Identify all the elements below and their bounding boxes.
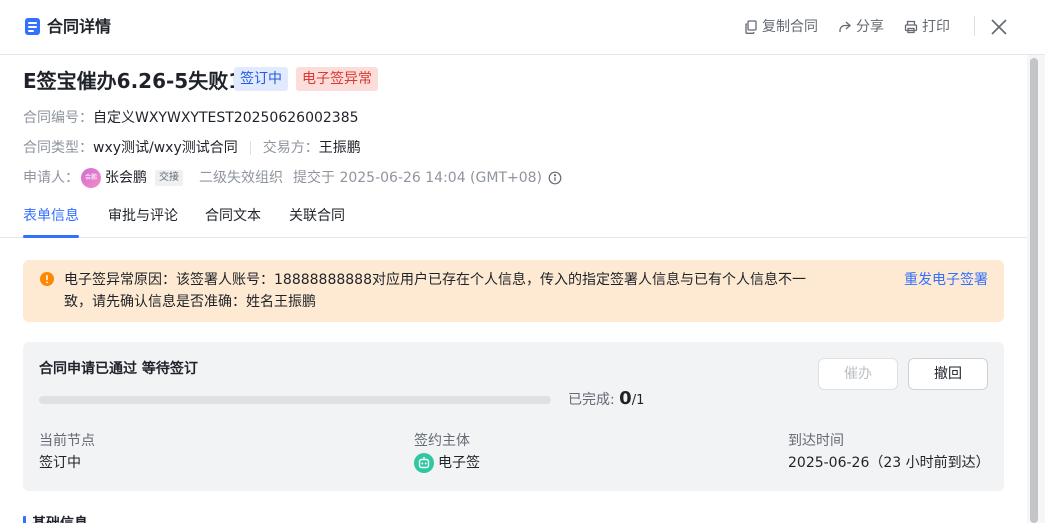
counterparty-label: 交易方：	[262, 140, 319, 156]
avatar[interactable]: 会鹏	[81, 168, 101, 188]
signing-subject-label: 签约主体	[414, 433, 470, 449]
status-title: 合同申请已通过 等待签订	[39, 361, 198, 377]
share-icon	[839, 21, 851, 32]
tab-bar: 表单信息 审批与评论 合同文本 关联合同	[0, 200, 1027, 238]
status-card: 合同申请已通过 等待签订 催办 撤回 已完成: 0/1 当前节点 签订中 签约主…	[23, 342, 1004, 491]
print-button[interactable]: 打印	[904, 17, 950, 37]
print-label: 打印	[922, 19, 950, 35]
arrival-time: 2025-06-26（23 小时前到达）	[788, 455, 990, 471]
tab-contract-text[interactable]: 合同文本	[205, 206, 261, 226]
resend-esign-link[interactable]: 重发电子签署	[904, 269, 988, 291]
progress-readout: 已完成: 0/1	[568, 387, 644, 413]
signing-subject: 电子签	[414, 453, 480, 473]
status-badge: 签订中	[234, 67, 288, 91]
progress-bar	[39, 396, 551, 404]
submitted-time: 提交于 2025-06-26 14:04 (GMT+08)	[293, 170, 543, 186]
alert-message: 电子签异常原因：该签署人账号：18888888888对应用户已存在个人信息，传入…	[64, 272, 806, 310]
applicant-name[interactable]: 张会鹏	[105, 168, 147, 188]
tab-related-contracts[interactable]: 关联合同	[289, 206, 345, 226]
contract-type: wxy测试/wxy测试合同	[93, 140, 238, 156]
applicant-label: 申请人：	[23, 170, 79, 186]
contract-number-row: 合同编号： 自定义WXYWXYTEST20250626002385	[23, 108, 359, 128]
contract-number-label: 合同编号：	[23, 110, 93, 126]
urge-button[interactable]: 催办	[818, 358, 898, 390]
progress-done: 0	[619, 388, 632, 409]
share-label: 分享	[856, 19, 884, 35]
warning-icon	[40, 272, 54, 286]
esign-error-alert: 电子签异常原因：该签署人账号：18888888888对应用户已存在个人信息，传入…	[23, 260, 1004, 322]
print-icon	[904, 20, 918, 34]
doc-icon	[25, 18, 40, 35]
robot-icon	[414, 453, 434, 473]
tab-form-info[interactable]: 表单信息	[23, 206, 79, 226]
toolbar-divider	[974, 16, 975, 36]
contract-type-label: 合同类型：	[23, 140, 93, 156]
info-icon[interactable]	[548, 171, 562, 185]
applicant-org: 二级失效组织	[199, 170, 283, 186]
signing-subject-name: 电子签	[438, 455, 480, 471]
progress-total: /1	[631, 393, 645, 408]
esign-error-badge: 电子签异常	[296, 67, 378, 91]
scrollbar-thumb[interactable]	[1030, 58, 1038, 523]
contract-type-row: 合同类型： wxy测试/wxy测试合同 交易方： 王振鹏	[23, 138, 361, 158]
page-title: 合同详情	[47, 17, 112, 36]
contract-title: E签宝催办6.26-5失败1	[23, 69, 243, 93]
copy-contract-button[interactable]: 复制合同	[744, 17, 818, 37]
progress-label: 已完成:	[568, 392, 615, 408]
active-tab-indicator	[23, 235, 79, 238]
contract-number: 自定义WXYWXYTEST20250626002385	[93, 110, 359, 126]
top-bar: 合同详情 复制合同 分享 打印	[0, 0, 1045, 55]
current-node: 签订中	[39, 455, 81, 471]
contract-detail-page: 合同详情 复制合同 分享 打印 E签宝催办6.26-5失败1 签订中 电子签异常…	[0, 0, 1045, 523]
counterparty: 王振鹏	[318, 140, 361, 156]
close-icon[interactable]	[988, 16, 1010, 38]
share-button[interactable]: 分享	[838, 17, 884, 37]
applicant-row: 申请人： 会鹏 张会鹏 交接 二级失效组织 提交于 2025-06-26 14:…	[23, 168, 562, 188]
current-node-label: 当前节点	[39, 433, 95, 449]
basic-info-section-title: 基础信息	[32, 514, 88, 523]
handover-tag: 交接	[155, 170, 183, 186]
arrival-time-label: 到达时间	[788, 433, 844, 449]
section-accent-bar	[23, 516, 26, 523]
meta-divider	[249, 141, 251, 155]
copy-label: 复制合同	[762, 19, 818, 35]
withdraw-button[interactable]: 撤回	[908, 358, 988, 390]
copy-icon	[745, 20, 757, 34]
tab-approval-comments[interactable]: 审批与评论	[108, 206, 178, 226]
